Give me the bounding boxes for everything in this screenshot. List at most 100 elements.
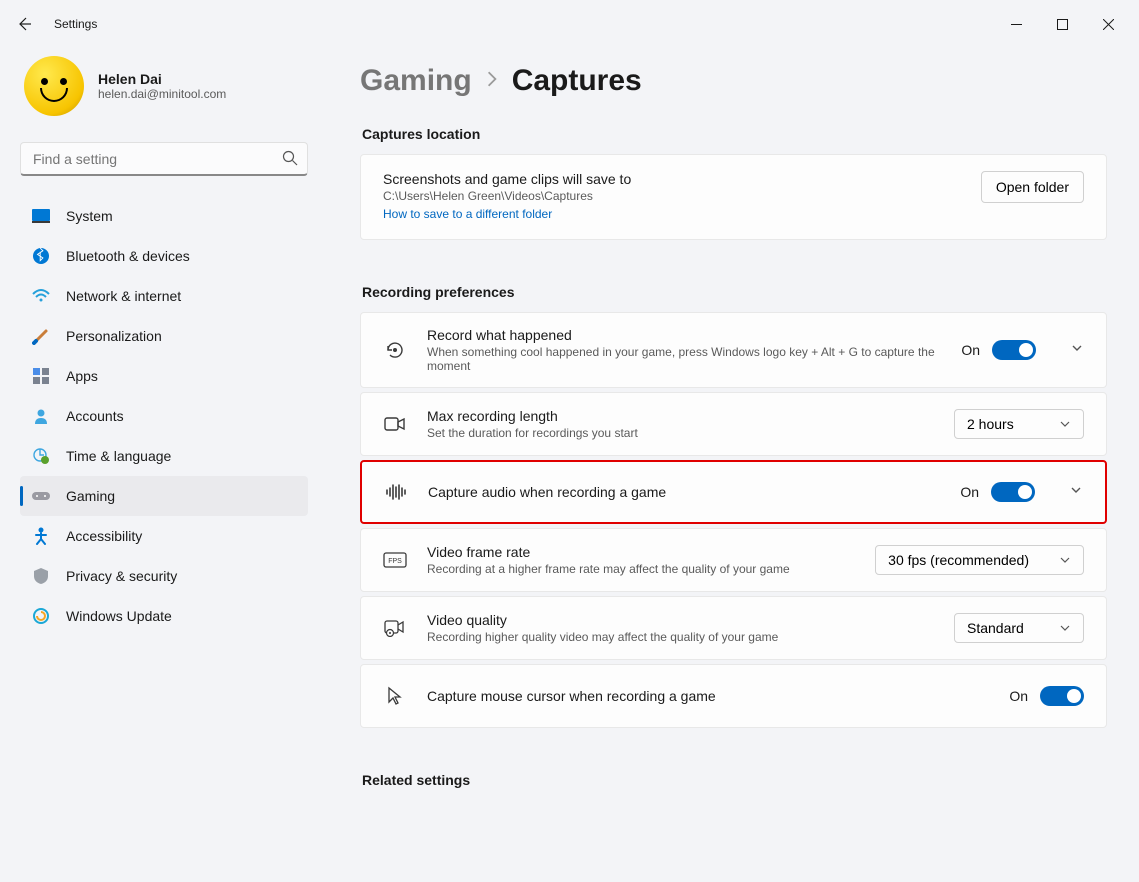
nav-item-personalization[interactable]: Personalization bbox=[20, 316, 308, 356]
row-subtitle: Recording at a higher frame rate may aff… bbox=[427, 562, 855, 576]
update-icon bbox=[32, 607, 50, 625]
select-value: 2 hours bbox=[967, 416, 1014, 432]
person-icon bbox=[32, 407, 50, 425]
minimize-button[interactable] bbox=[993, 8, 1039, 40]
window-controls bbox=[993, 8, 1131, 40]
select-value: 30 fps (recommended) bbox=[888, 552, 1029, 568]
row-title: Video frame rate bbox=[427, 544, 855, 560]
nav-item-network[interactable]: Network & internet bbox=[20, 276, 308, 316]
row-subtitle: When something cool happened in your gam… bbox=[427, 345, 941, 373]
nav-label: Windows Update bbox=[66, 608, 172, 624]
video-gear-icon bbox=[383, 619, 407, 637]
row-record-what-happened[interactable]: Record what happened When something cool… bbox=[360, 312, 1107, 388]
nav-label: Network & internet bbox=[66, 288, 181, 304]
search-input[interactable] bbox=[20, 142, 308, 176]
nav-item-windows-update[interactable]: Windows Update bbox=[20, 596, 308, 636]
globe-clock-icon bbox=[32, 447, 50, 465]
row-capture-audio[interactable]: Capture audio when recording a game On bbox=[360, 460, 1107, 524]
search-box bbox=[20, 142, 308, 176]
profile-name: Helen Dai bbox=[98, 71, 226, 87]
nav-label: Accounts bbox=[66, 408, 124, 424]
row-max-recording-length: Max recording length Set the duration fo… bbox=[360, 392, 1107, 456]
cursor-icon bbox=[383, 686, 407, 706]
open-folder-button[interactable]: Open folder bbox=[981, 171, 1084, 203]
row-video-quality: Video quality Recording higher quality v… bbox=[360, 596, 1107, 660]
avatar bbox=[24, 56, 84, 116]
record-happened-toggle[interactable] bbox=[992, 340, 1036, 360]
nav-label: System bbox=[66, 208, 113, 224]
brush-icon bbox=[32, 327, 50, 345]
row-title: Capture mouse cursor when recording a ga… bbox=[427, 688, 989, 704]
shield-icon bbox=[32, 567, 50, 585]
nav-item-privacy[interactable]: Privacy & security bbox=[20, 556, 308, 596]
nav-label: Personalization bbox=[66, 328, 162, 344]
chevron-down-icon[interactable] bbox=[1069, 483, 1083, 502]
close-button[interactable] bbox=[1085, 8, 1131, 40]
nav-item-system[interactable]: System bbox=[20, 196, 308, 236]
history-icon bbox=[383, 340, 407, 360]
nav-label: Apps bbox=[66, 368, 98, 384]
profile-email: helen.dai@minitool.com bbox=[98, 87, 226, 101]
nav-item-apps[interactable]: Apps bbox=[20, 356, 308, 396]
gamepad-icon bbox=[32, 487, 50, 505]
video-camera-icon bbox=[383, 416, 407, 432]
nav-label: Time & language bbox=[66, 448, 171, 464]
mouse-cursor-toggle[interactable] bbox=[1040, 686, 1084, 706]
row-subtitle: Recording higher quality video may affec… bbox=[427, 630, 934, 644]
nav-label: Accessibility bbox=[66, 528, 142, 544]
toggle-state-label: On bbox=[960, 484, 979, 500]
row-subtitle: Set the duration for recordings you star… bbox=[427, 426, 934, 440]
titlebar: Settings bbox=[0, 0, 1139, 48]
bluetooth-icon bbox=[32, 247, 50, 265]
arrow-left-icon bbox=[16, 16, 32, 32]
section-label-related: Related settings bbox=[362, 772, 1107, 788]
audio-wave-icon bbox=[384, 483, 408, 501]
profile-block[interactable]: Helen Dai helen.dai@minitool.com bbox=[20, 48, 308, 136]
search-icon bbox=[282, 150, 298, 171]
main-content: Gaming Captures Captures location Screen… bbox=[320, 48, 1139, 882]
wifi-icon bbox=[32, 287, 50, 305]
location-path: C:\Users\Helen Green\Videos\Captures bbox=[383, 189, 961, 203]
row-video-frame-rate: FPS Video frame rate Recording at a high… bbox=[360, 528, 1107, 592]
row-capture-mouse-cursor: Capture mouse cursor when recording a ga… bbox=[360, 664, 1107, 728]
row-title: Video quality bbox=[427, 612, 934, 628]
nav-item-time-language[interactable]: Time & language bbox=[20, 436, 308, 476]
nav-item-accounts[interactable]: Accounts bbox=[20, 396, 308, 436]
nav-item-bluetooth[interactable]: Bluetooth & devices bbox=[20, 236, 308, 276]
section-label-recording-prefs: Recording preferences bbox=[362, 284, 1107, 300]
toggle-state-label: On bbox=[961, 342, 980, 358]
capture-audio-toggle[interactable] bbox=[991, 482, 1035, 502]
maximize-button[interactable] bbox=[1039, 8, 1085, 40]
row-title: Capture audio when recording a game bbox=[428, 484, 940, 500]
accessibility-icon bbox=[32, 527, 50, 545]
chevron-down-icon bbox=[1059, 554, 1071, 566]
breadcrumb-current: Captures bbox=[512, 64, 642, 98]
fps-icon: FPS bbox=[383, 552, 407, 568]
nav-item-gaming[interactable]: Gaming bbox=[20, 476, 308, 516]
svg-text:FPS: FPS bbox=[388, 558, 402, 565]
nav-item-accessibility[interactable]: Accessibility bbox=[20, 516, 308, 556]
nav-label: Bluetooth & devices bbox=[66, 248, 190, 264]
chevron-down-icon[interactable] bbox=[1070, 341, 1084, 360]
system-icon bbox=[32, 207, 50, 225]
maximize-icon bbox=[1057, 19, 1068, 30]
video-quality-select[interactable]: Standard bbox=[954, 613, 1084, 643]
back-button[interactable] bbox=[8, 8, 40, 40]
max-length-select[interactable]: 2 hours bbox=[954, 409, 1084, 439]
frame-rate-select[interactable]: 30 fps (recommended) bbox=[875, 545, 1084, 575]
captures-location-card: Screenshots and game clips will save to … bbox=[360, 154, 1107, 240]
toggle-state-label: On bbox=[1009, 688, 1028, 704]
row-title: Max recording length bbox=[427, 408, 934, 424]
nav-label: Privacy & security bbox=[66, 568, 177, 584]
window-title: Settings bbox=[54, 17, 97, 31]
nav-list: System Bluetooth & devices Network & int… bbox=[20, 196, 308, 636]
section-label-captures-location: Captures location bbox=[362, 126, 1107, 142]
apps-icon bbox=[32, 367, 50, 385]
breadcrumb-parent[interactable]: Gaming bbox=[360, 64, 472, 98]
minimize-icon bbox=[1011, 19, 1022, 30]
chevron-down-icon bbox=[1059, 622, 1071, 634]
close-icon bbox=[1103, 19, 1114, 30]
how-to-save-link[interactable]: How to save to a different folder bbox=[383, 207, 552, 221]
chevron-right-icon bbox=[486, 70, 498, 93]
breadcrumb: Gaming Captures bbox=[360, 64, 1107, 98]
